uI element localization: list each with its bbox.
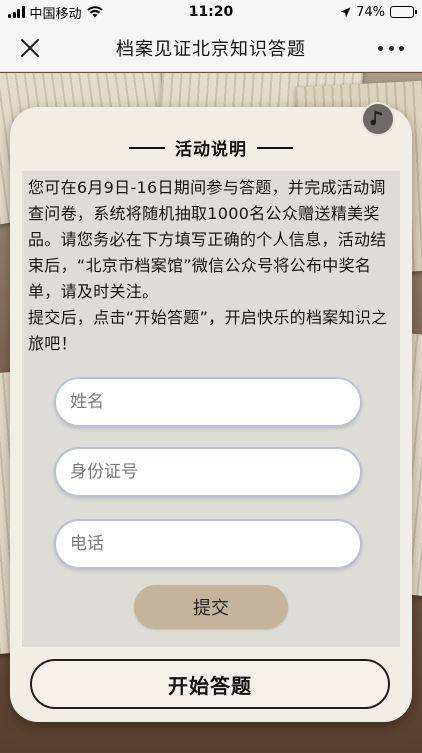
signal-icon [8, 6, 25, 18]
music-note-icon [370, 110, 382, 126]
heading-text: 活动说明 [175, 140, 247, 160]
description-text: 您可在6月9日-16日期间参与答题，并完成活动调查问卷，系统将随机抽取1000名… [28, 175, 396, 357]
more-icon[interactable] [378, 37, 404, 59]
section-heading: 活动说明 [10, 135, 412, 160]
nav-bar: 档案见证北京知识答题 [0, 24, 422, 72]
location-arrow-icon [340, 7, 351, 17]
close-icon[interactable] [18, 36, 42, 60]
heading-rule-right [257, 146, 293, 149]
battery-percent: 74% [356, 4, 385, 20]
name-input[interactable] [54, 377, 362, 427]
wifi-icon [86, 6, 103, 18]
carrier-label: 中国移动 [29, 6, 82, 22]
submit-button[interactable]: 提交 [134, 585, 288, 629]
music-toggle-button[interactable] [361, 102, 395, 136]
battery-icon [390, 6, 417, 18]
status-bar: 中国移动 11:20 74% [0, 0, 422, 24]
description-paragraph: 您可在6月9日-16日期间参与答题，并完成活动调查问卷，系统将随机抽取1000名… [28, 178, 387, 301]
activity-card: 活动说明 您可在6月9日-16日期间参与答题，并完成活动调查问卷，系统将随机抽取… [10, 107, 412, 722]
status-right: 74% [340, 4, 417, 20]
heading-rule-left [129, 146, 165, 149]
id-number-input[interactable] [54, 447, 362, 497]
status-left: 中国移动 [8, 3, 103, 22]
start-quiz-button[interactable]: 开始答题 [30, 659, 390, 709]
description-paragraph: 提交后，点击“开始答题”，开启快乐的档案知识之旅吧！ [28, 308, 388, 353]
phone-input[interactable] [54, 519, 362, 569]
page-title: 档案见证北京知识答题 [116, 38, 306, 60]
